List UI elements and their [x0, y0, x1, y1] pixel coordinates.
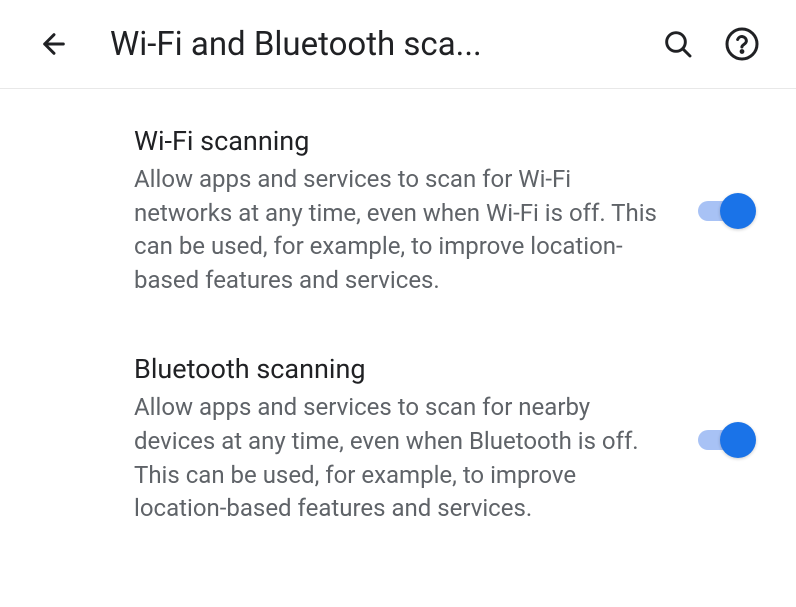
setting-title: Bluetooth scanning [134, 353, 674, 385]
help-button[interactable] [718, 20, 766, 68]
setting-text: Wi-Fi scanning Allow apps and services t… [134, 125, 698, 297]
wifi-scanning-toggle[interactable] [698, 193, 756, 229]
setting-description: Allow apps and services to scan for Wi-F… [134, 163, 674, 297]
help-icon [724, 26, 760, 62]
settings-list: Wi-Fi scanning Allow apps and services t… [0, 89, 796, 554]
search-icon [662, 28, 694, 60]
back-button[interactable] [30, 20, 78, 68]
setting-text: Bluetooth scanning Allow apps and servic… [134, 353, 698, 525]
bluetooth-scanning-setting[interactable]: Bluetooth scanning Allow apps and servic… [0, 325, 796, 553]
toggle-thumb [720, 422, 756, 458]
search-button[interactable] [654, 20, 702, 68]
bluetooth-scanning-toggle[interactable] [698, 422, 756, 458]
toggle-thumb [720, 193, 756, 229]
arrow-back-icon [38, 28, 70, 60]
setting-description: Allow apps and services to scan for near… [134, 391, 674, 525]
wifi-scanning-setting[interactable]: Wi-Fi scanning Allow apps and services t… [0, 89, 796, 325]
app-header: Wi-Fi and Bluetooth sca... [0, 0, 796, 89]
setting-title: Wi-Fi scanning [134, 125, 674, 157]
page-title: Wi-Fi and Bluetooth sca... [110, 25, 638, 64]
